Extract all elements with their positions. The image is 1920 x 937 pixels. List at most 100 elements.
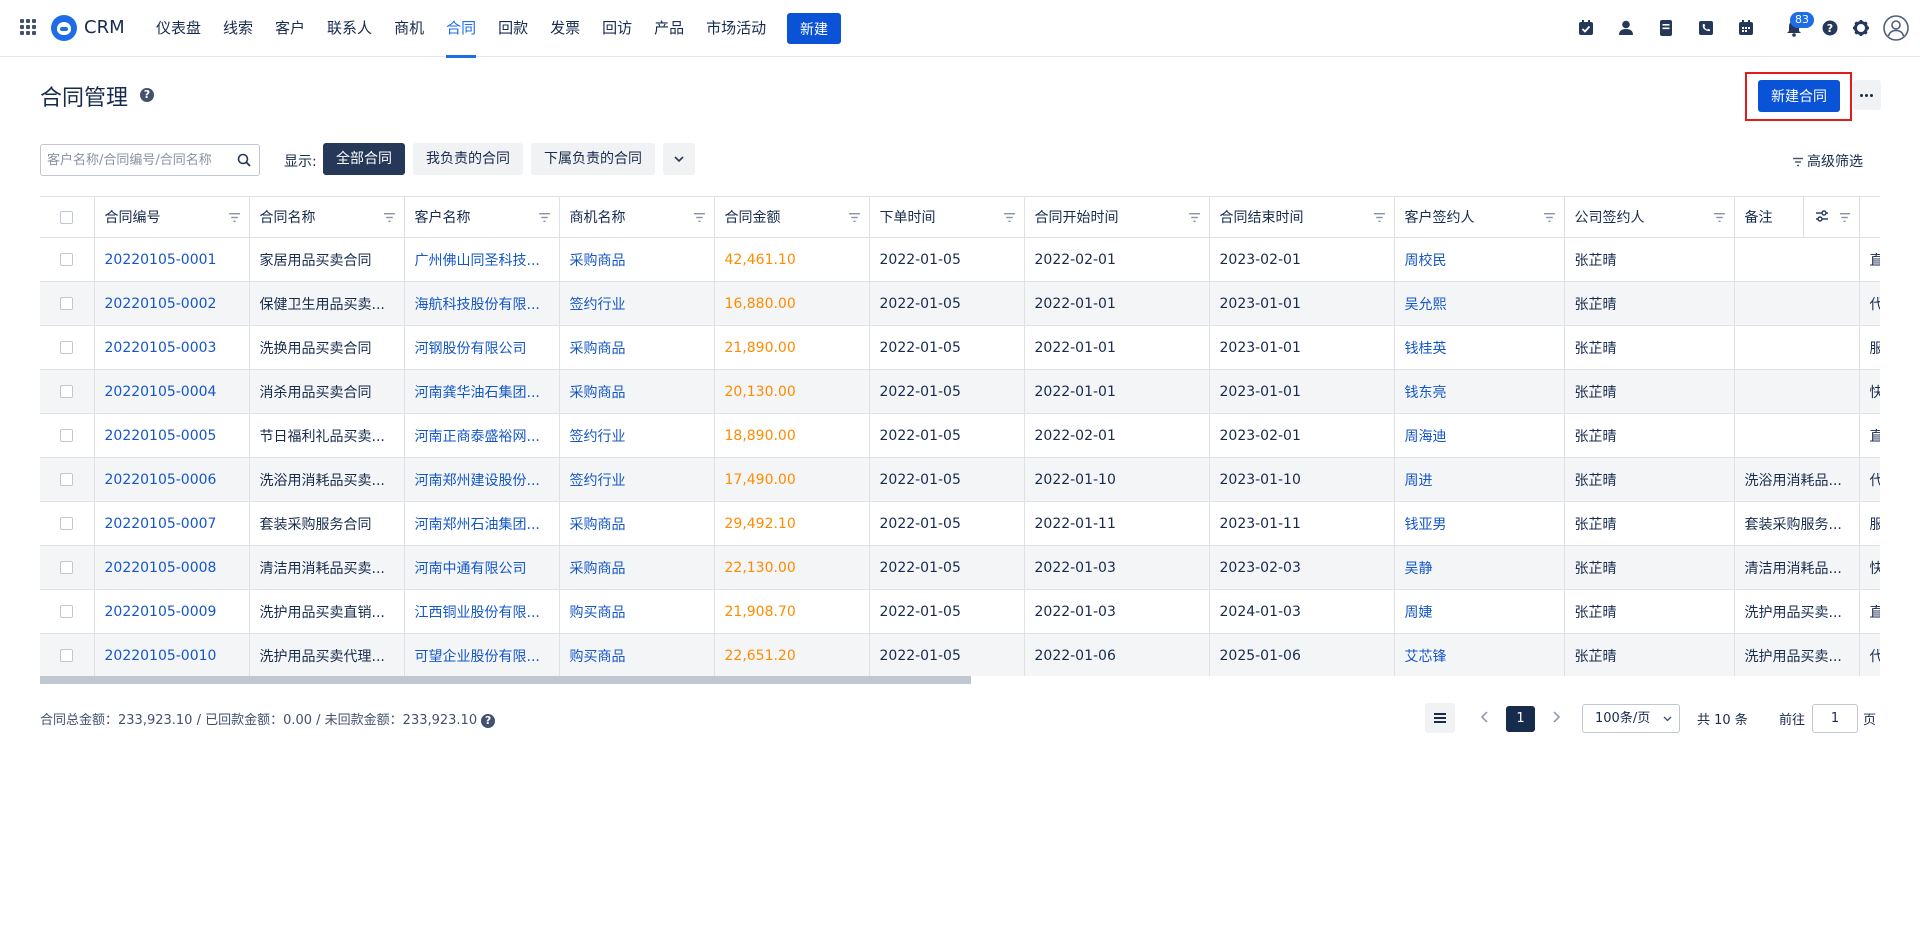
contract-number-cell[interactable]: 20220105-0004	[94, 369, 250, 414]
customer-signer-cell[interactable]: 钱亚男	[1394, 501, 1565, 546]
filter-all-contracts[interactable]: 全部合同	[323, 143, 405, 175]
customer-name-cell[interactable]: 河南郑州石油集团...	[404, 501, 560, 546]
contract-number-cell[interactable]: 20220105-0006	[94, 457, 250, 502]
table-row[interactable]: 20220105-0006 洗浴用消耗品买卖... 河南郑州建设股份... 签约行业 1…	[40, 457, 1880, 502]
row-checkbox[interactable]	[60, 473, 74, 486]
table-row[interactable]: 20220105-0003 洗换用品买卖合同 河钢股份有限公司 采购商品 21,890.…	[40, 325, 1880, 370]
row-checkbox[interactable]	[60, 561, 74, 574]
customer-name-cell[interactable]: 江西铜业股份有限...	[404, 589, 560, 634]
help-icon[interactable]: ?	[1820, 18, 1840, 38]
filter-icon[interactable]	[1373, 211, 1386, 224]
filter-icon[interactable]	[538, 211, 551, 224]
opportunity-name-cell[interactable]: 采购商品	[559, 237, 715, 282]
customer-signer-cell[interactable]: 钱桂英	[1394, 325, 1565, 370]
nav-new-button[interactable]: 新建	[787, 13, 841, 44]
customer-name-cell[interactable]: 可望企业股份有限...	[404, 633, 560, 678]
app-grid-icon[interactable]	[20, 19, 36, 35]
filter-icon[interactable]	[848, 211, 861, 224]
row-checkbox[interactable]	[60, 341, 74, 354]
table-row[interactable]: 20220105-0009 洗护用品买卖直销... 江西铜业股份有限... 购买商品 2…	[40, 589, 1880, 634]
row-checkbox[interactable]	[60, 429, 74, 442]
nav-item-products[interactable]: 产品	[643, 0, 695, 57]
column-header[interactable]: 合同名称	[249, 196, 405, 238]
filter-icon[interactable]	[1713, 211, 1726, 224]
opportunity-name-cell[interactable]: 采购商品	[559, 545, 715, 590]
nav-item-marketing[interactable]: 市场活动	[695, 0, 777, 57]
search-input[interactable]	[47, 145, 231, 175]
customer-name-cell[interactable]: 河南郑州建设股份...	[404, 457, 560, 502]
list-view-icon[interactable]	[1425, 703, 1455, 733]
app-name[interactable]: CRM	[84, 17, 125, 38]
row-checkbox[interactable]	[60, 385, 74, 398]
nav-item-payments[interactable]: 回款	[487, 0, 539, 57]
crm-logo-icon[interactable]	[51, 15, 77, 41]
opportunity-name-cell[interactable]: 签约行业	[559, 281, 715, 326]
nav-item-invoices[interactable]: 发票	[539, 0, 591, 57]
new-contract-button[interactable]: 新建合同	[1758, 80, 1840, 112]
customer-signer-cell[interactable]: 周婕	[1394, 589, 1565, 634]
nav-item-contracts[interactable]: 合同	[435, 0, 487, 58]
customer-signer-cell[interactable]: 周校民	[1394, 237, 1565, 282]
customer-signer-cell[interactable]: 艾芯锋	[1394, 633, 1565, 678]
filter-dropdown-button[interactable]	[663, 143, 695, 175]
row-checkbox[interactable]	[60, 605, 74, 618]
search-icon[interactable]	[237, 153, 251, 167]
customer-name-cell[interactable]: 河钢股份有限公司	[404, 325, 560, 370]
task-check-icon[interactable]	[1576, 18, 1596, 38]
customer-signer-cell[interactable]: 周进	[1394, 457, 1565, 502]
column-header[interactable]: 下单时间	[869, 196, 1025, 238]
column-header[interactable]: 公司签约人	[1564, 196, 1735, 238]
filter-my-contracts[interactable]: 我负责的合同	[413, 143, 523, 175]
summary-help-icon[interactable]: ?	[481, 713, 496, 728]
column-header[interactable]: 合同编号	[94, 196, 250, 238]
opportunity-name-cell[interactable]: 采购商品	[559, 501, 715, 546]
document-icon[interactable]	[1656, 18, 1676, 38]
opportunity-name-cell[interactable]: 采购商品	[559, 325, 715, 370]
filter-subordinate-contracts[interactable]: 下属负责的合同	[531, 143, 655, 175]
contract-number-cell[interactable]: 20220105-0002	[94, 281, 250, 326]
goto-page-input[interactable]	[1812, 704, 1858, 733]
more-options-icon[interactable]	[1853, 80, 1881, 110]
column-header[interactable]: 合同金额	[714, 196, 870, 238]
select-all-checkbox[interactable]	[60, 210, 74, 224]
contract-number-cell[interactable]: 20220105-0003	[94, 325, 250, 370]
avatar-icon[interactable]	[1883, 15, 1909, 41]
column-header[interactable]: 合同结束时间	[1209, 196, 1395, 238]
column-header[interactable]: 备注	[1734, 196, 1860, 238]
customer-signer-cell[interactable]: 吴允熙	[1394, 281, 1565, 326]
chevron-right-icon[interactable]	[1546, 707, 1566, 727]
table-row[interactable]: 20220105-0002 保健卫生用品买卖... 海航科技股份有限... 签约行业 1…	[40, 281, 1880, 326]
scrollbar-thumb[interactable]	[40, 676, 971, 684]
gear-icon[interactable]	[1851, 18, 1871, 38]
nav-item-leads[interactable]: 线索	[212, 0, 264, 57]
contract-number-cell[interactable]: 20220105-0009	[94, 589, 250, 634]
filter-icon[interactable]	[693, 211, 706, 224]
table-row[interactable]: 20220105-0004 消杀用品买卖合同 河南龚华油石集团... 采购商品 20,1…	[40, 369, 1880, 414]
customer-signer-cell[interactable]: 周海迪	[1394, 413, 1565, 458]
filter-icon[interactable]	[1188, 211, 1201, 224]
title-help-icon[interactable]: ?	[140, 88, 154, 102]
nav-item-opportunities[interactable]: 商机	[383, 0, 435, 57]
table-row[interactable]: 20220105-0008 清洁用消耗品买卖... 河南中通有限公司 采购商品 22,1…	[40, 545, 1880, 590]
nav-item-dashboard[interactable]: 仪表盘	[145, 0, 212, 57]
row-checkbox[interactable]	[60, 297, 74, 310]
contract-number-cell[interactable]: 20220105-0005	[94, 413, 250, 458]
opportunity-name-cell[interactable]: 购买商品	[559, 589, 715, 634]
customer-name-cell[interactable]: 河南正商泰盛裕网...	[404, 413, 560, 458]
nav-item-customers[interactable]: 客户	[264, 0, 316, 57]
page-size-select[interactable]: 100条/页	[1582, 704, 1680, 733]
opportunity-name-cell[interactable]: 签约行业	[559, 413, 715, 458]
horizontal-scrollbar[interactable]	[40, 676, 1880, 685]
customer-signer-cell[interactable]: 吴静	[1394, 545, 1565, 590]
customer-name-cell[interactable]: 海航科技股份有限...	[404, 281, 560, 326]
filter-icon[interactable]	[228, 211, 241, 224]
row-checkbox[interactable]	[60, 517, 74, 530]
table-row[interactable]: 20220105-0010 洗护用品买卖代理... 可望企业股份有限... 购买商品 2…	[40, 633, 1880, 678]
column-header[interactable]: 客户名称	[404, 196, 560, 238]
contract-number-cell[interactable]: 20220105-0007	[94, 501, 250, 546]
customer-name-cell[interactable]: 广州佛山同圣科技...	[404, 237, 560, 282]
table-row[interactable]: 20220105-0007 套装采购服务合同 河南郑州石油集团... 采购商品 29,4…	[40, 501, 1880, 546]
opportunity-name-cell[interactable]: 采购商品	[559, 369, 715, 414]
filter-icon[interactable]	[383, 211, 396, 224]
column-settings-button[interactable]	[1803, 197, 1840, 237]
